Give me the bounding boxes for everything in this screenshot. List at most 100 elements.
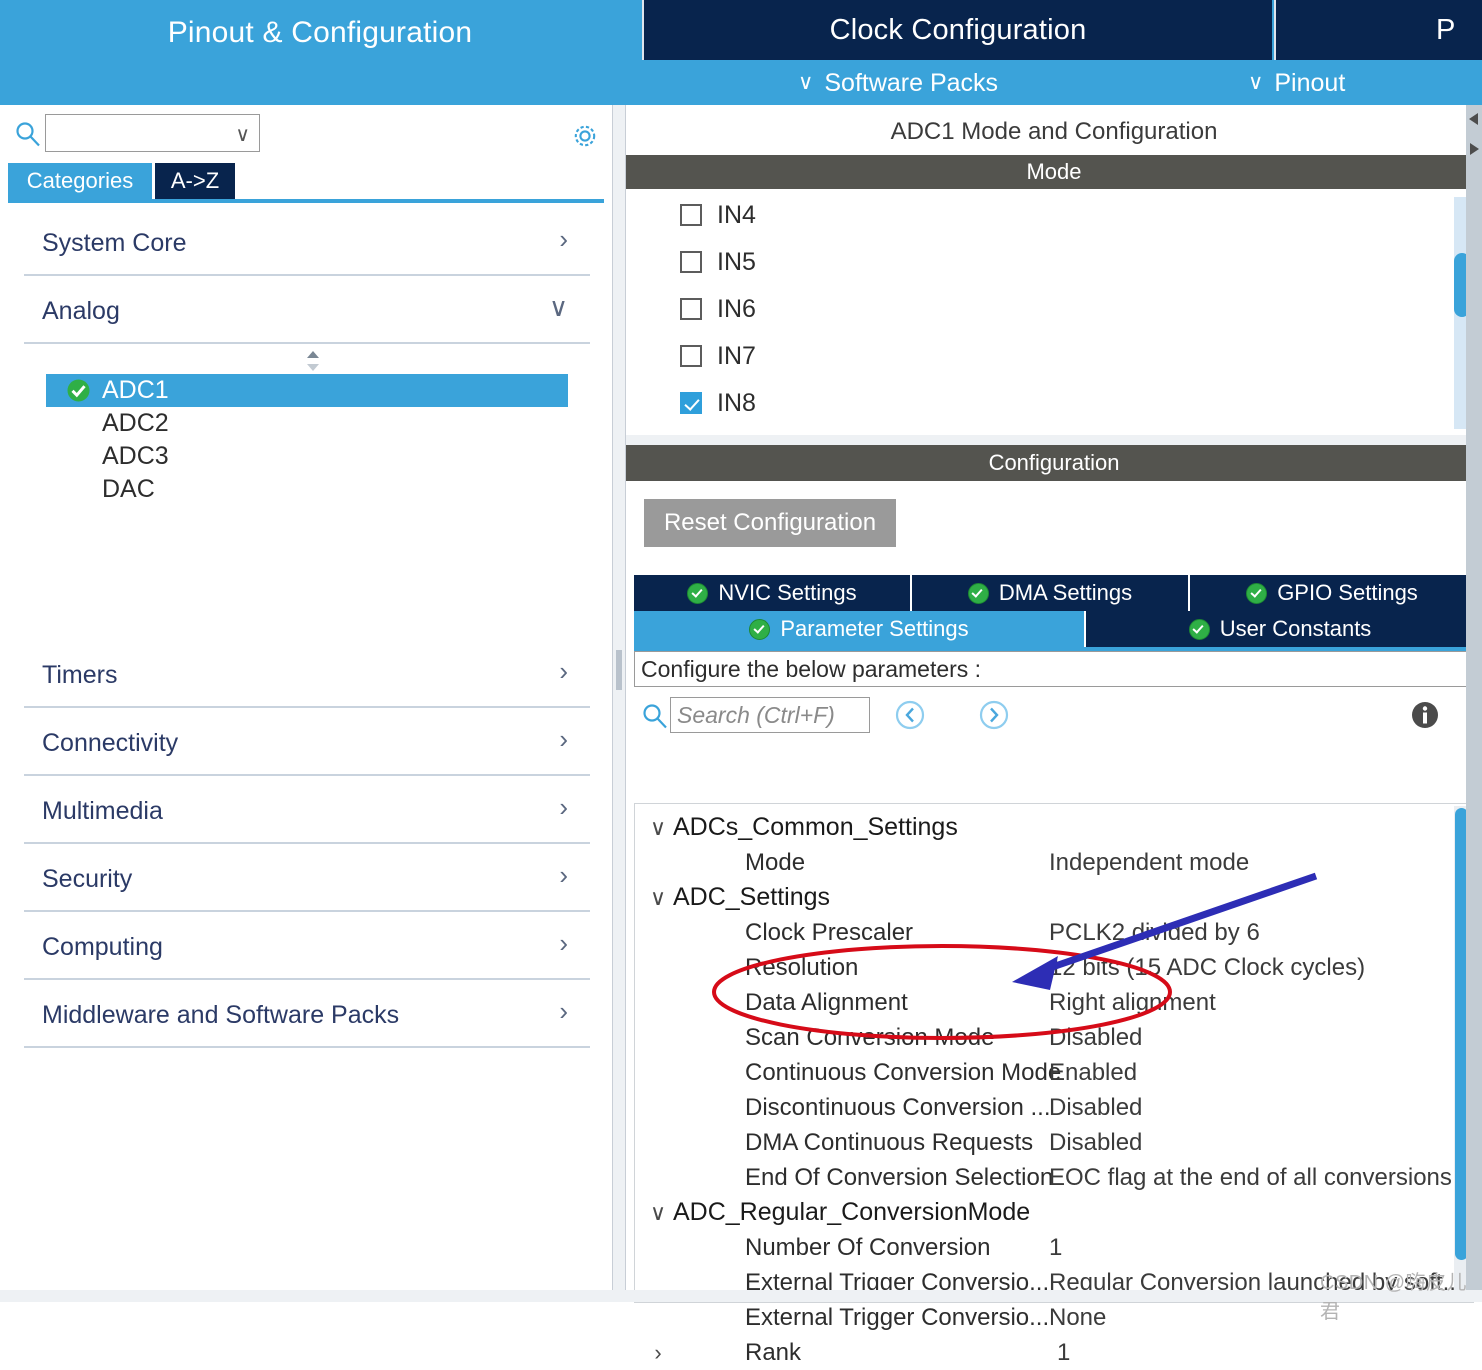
chevron-down-icon[interactable]: ∨ [235,122,250,147]
checkbox-row-in5[interactable]: IN5 [680,242,756,282]
analog-item-adc2[interactable]: ADC2 [46,407,568,440]
analog-item-adc1[interactable]: ADC1 [46,374,568,407]
analog-item-dac[interactable]: DAC [46,473,568,506]
subtab-software-packs[interactable]: ∨ Software Packs [798,62,998,105]
tab-project-manager[interactable]: P [1274,0,1482,60]
tab-clock-configuration[interactable]: Clock Configuration [642,0,1272,60]
tab-parameter-settings[interactable]: Parameter Settings [634,611,1086,647]
tab-dma-settings-label: DMA Settings [998,580,1133,605]
checkbox-in8[interactable] [680,392,702,414]
tab-pinout-configuration[interactable]: Pinout & Configuration [0,0,640,105]
checkbox-in4[interactable] [680,204,702,226]
category-tree: System Core › Analog ∨ ADC1 ADC2 ADC3 DA… [0,205,612,1302]
analog-item-list: ADC1 ADC2 ADC3 DAC [24,350,590,610]
tab-categories[interactable]: Categories [8,163,152,199]
sidebar-group-timers[interactable]: Timers › [24,645,590,708]
configuration-section-header-label: Configuration [988,450,1120,475]
param-row-dma-continuous-requests[interactable]: DMA Continuous Requests Disabled [745,1125,1142,1160]
checkbox-row-in6[interactable]: IN6 [680,289,756,329]
tab-gpio-settings[interactable]: GPIO Settings [1190,575,1474,611]
tab-project-manager-label: P [1436,13,1456,46]
tab-nvic-settings-label: NVIC Settings [718,580,857,605]
param-group-adc-regular-conversionmode[interactable]: ∨ ADC_Regular_ConversionMode [643,1195,1030,1230]
sidebar-group-system-core[interactable]: System Core › [24,213,590,276]
param-row-continuous-conversion-mode-label: Continuous Conversion Mode [745,1058,1062,1086]
info-icon[interactable] [1409,699,1441,731]
tab-dma-settings[interactable]: DMA Settings [912,575,1190,611]
category-tab-underline [8,199,604,203]
param-row-rank[interactable]: › Rank 1 [643,1335,1070,1370]
configuration-section-header: Configuration [626,445,1482,481]
chevron-down-icon: ∨ [1248,71,1264,94]
divider [24,706,590,708]
sidebar-group-connectivity-label: Connectivity [42,729,179,757]
param-group-adcs-common-settings[interactable]: ∨ ADCs_Common_Settings [643,810,958,845]
param-group-adcs-common-settings-label: ADCs_Common_Settings [673,813,958,841]
param-row-discontinuous-conversion[interactable]: Discontinuous Conversion ... Disabled [745,1090,1142,1125]
param-row-scan-conversion-mode[interactable]: Scan Conversion Mode Disabled [745,1020,1142,1055]
sidebar-group-analog-label: Analog [42,297,120,325]
sidebar-group-analog[interactable]: Analog ∨ [24,281,590,344]
sidebar-group-middleware[interactable]: Middleware and Software Packs › [24,985,590,1048]
tab-user-constants[interactable]: User Constants [1086,611,1474,647]
checkbox-in7-label: IN7 [717,341,756,370]
param-row-clock-prescaler-value: PCLK2 divided by 6 [1049,918,1260,946]
sidebar-group-computing[interactable]: Computing › [24,917,590,980]
chevron-right-icon: › [559,792,568,822]
checkbox-row-in7[interactable]: IN7 [680,336,756,376]
mode-checkbox-list: IN4 IN5 IN6 IN7 IN8 [626,189,1482,436]
panel-splitter[interactable] [612,105,626,1302]
checkbox-in5[interactable] [680,251,702,273]
checkbox-row-in4[interactable]: IN4 [680,195,756,235]
tab-clock-configuration-label: Clock Configuration [829,13,1087,46]
panel-splitter-grip[interactable] [616,650,622,690]
component-search-combobox[interactable]: ∨ [45,114,260,152]
sub-tab-row: ∨ Software Packs ∨ Pinout [628,62,1482,105]
chevron-left-circle-icon[interactable] [894,699,926,731]
config-tab-row-1: NVIC Settings DMA Settings GPIO Settings [634,575,1474,611]
window-scrollbar-up-arrow[interactable] [1466,110,1482,128]
sidebar-group-multimedia[interactable]: Multimedia › [24,781,590,844]
chevron-right-icon: › [559,996,568,1026]
tab-a-to-z[interactable]: A->Z [155,163,235,199]
param-row-number-of-conversion[interactable]: Number Of Conversion 1 [745,1230,1062,1265]
param-row-scan-conversion-mode-label: Scan Conversion Mode [745,1023,995,1051]
tab-user-constants-label: User Constants [1219,616,1372,641]
checkbox-row-in8[interactable]: IN8 [680,383,756,423]
analog-item-adc3-label: ADC3 [102,442,169,470]
subtab-pinout[interactable]: ∨ Pinout [1248,62,1345,105]
chevron-right-icon: › [559,928,568,958]
app-root: Pinout & Configuration Clock Configurati… [0,0,1482,1366]
param-row-clock-prescaler[interactable]: Clock Prescaler PCLK2 divided by 6 [745,915,1260,950]
sidebar-group-security[interactable]: Security › [24,849,590,912]
tab-nvic-settings[interactable]: NVIC Settings [634,575,912,611]
checkbox-in7[interactable] [680,345,702,367]
divider [24,1046,590,1048]
param-row-continuous-conversion-mode[interactable]: Continuous Conversion Mode Enabled [745,1055,1137,1090]
sidebar-group-timers-label: Timers [42,661,118,689]
sidebar-group-multimedia-label: Multimedia [42,797,163,825]
parameter-search-input[interactable]: Search (Ctrl+F) [670,697,870,733]
param-row-external-trigger-conversion-edge[interactable]: External Trigger Conversio... None [745,1300,1106,1335]
analog-item-adc3[interactable]: ADC3 [46,440,568,473]
chevron-right-circle-icon[interactable] [978,699,1010,731]
param-group-adc-settings[interactable]: ∨ ADC_Settings [643,880,830,915]
divider [24,978,590,980]
gear-icon[interactable] [570,121,600,151]
param-row-data-alignment-value: Right alignment [1049,988,1216,1016]
sidebar-group-connectivity[interactable]: Connectivity › [24,713,590,776]
scroll-spinner-icon[interactable] [300,350,326,372]
chevron-right-icon: › [559,860,568,890]
param-row-mode[interactable]: Mode Independent mode [745,845,1249,880]
tab-categories-label: Categories [26,168,134,193]
window-scrollbar-down-arrow[interactable] [1466,140,1482,158]
param-row-resolution[interactable]: Resolution 12 bits (15 ADC Clock cycles) [745,950,1365,985]
reset-configuration-button[interactable]: Reset Configuration [644,499,896,547]
chevron-down-icon: ∨ [548,292,568,322]
checkbox-in6[interactable] [680,298,702,320]
window-scrollbar-track[interactable] [1466,105,1482,1302]
divider [24,774,590,776]
param-row-mode-label: Mode [745,848,806,876]
param-row-end-of-conversion-selection[interactable]: End Of Conversion Selection EOC flag at … [745,1160,1452,1195]
param-row-data-alignment[interactable]: Data Alignment Right alignment [745,985,1216,1020]
